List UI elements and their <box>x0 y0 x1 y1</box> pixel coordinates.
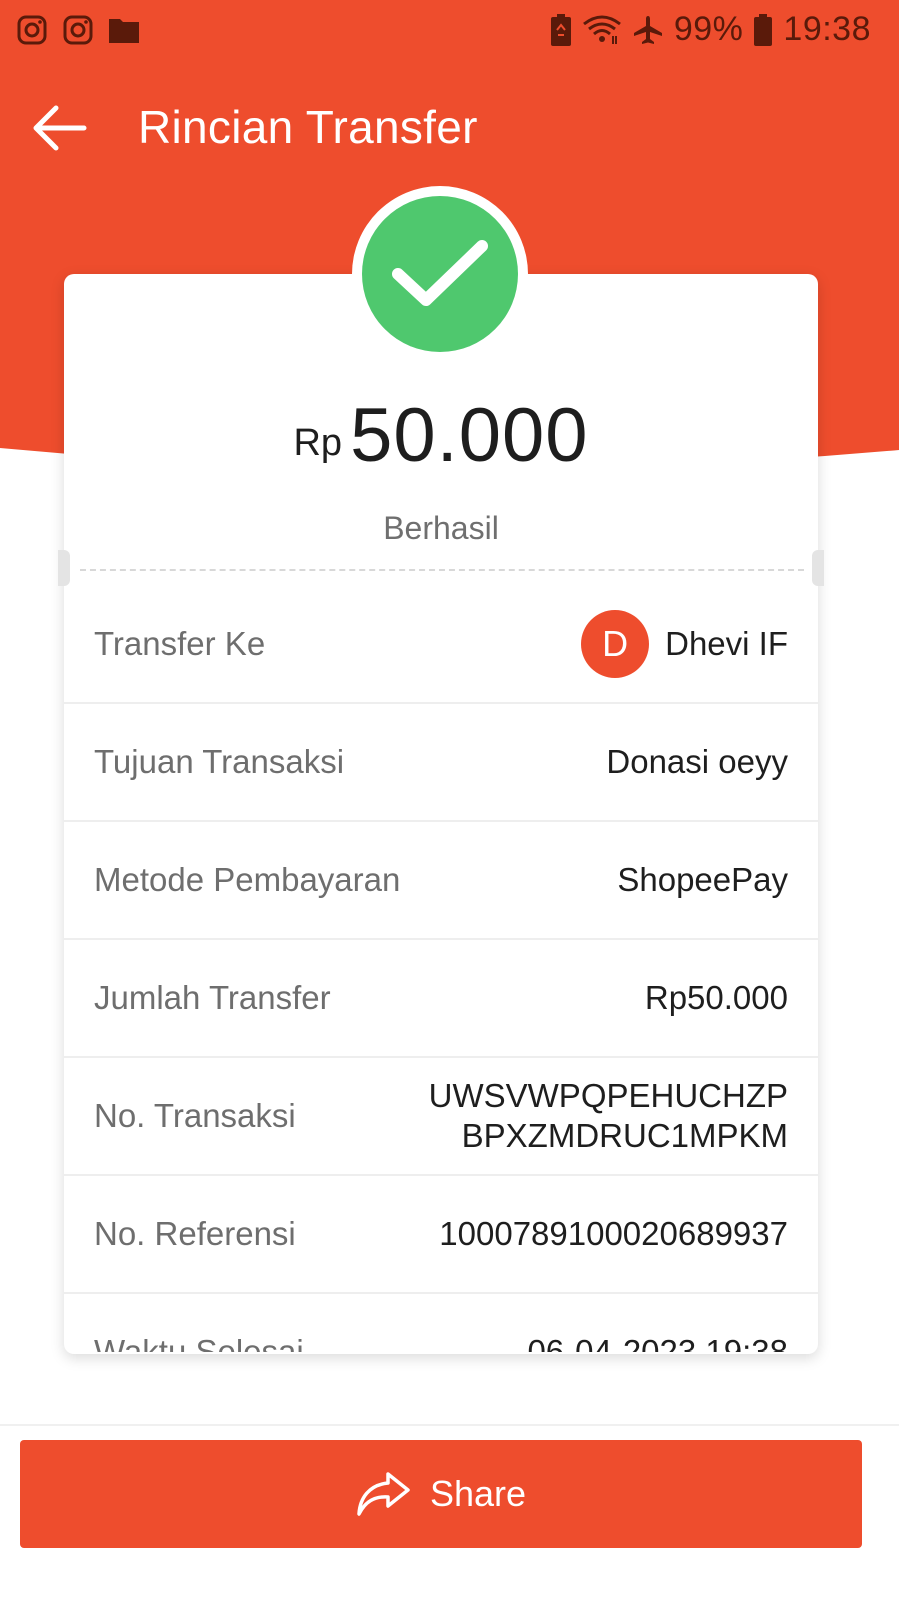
clock: 19:38 <box>783 10 871 48</box>
footer-divider <box>0 1424 899 1426</box>
share-label: Share <box>429 1473 527 1514</box>
detail-label: No. Referensi <box>94 1215 296 1252</box>
detail-row-purpose: Tujuan Transaksi Donasi oeyy <box>64 704 818 822</box>
transaction-number[interactable]: UWSVWPQPEHUCHZP BPXZMDRUC1MPKM <box>429 1076 788 1156</box>
transfer-status: Berhasil <box>383 510 499 546</box>
detail-row-amount: Jumlah Transfer Rp50.000 <box>64 940 818 1058</box>
avatar: D <box>581 610 650 678</box>
transfer-amount: Rp 50.000 <box>64 392 818 479</box>
success-badge <box>362 196 518 352</box>
card-notch-left <box>58 550 70 586</box>
back-button[interactable] <box>28 100 92 156</box>
detail-label: Jumlah Transfer <box>94 979 331 1016</box>
transaction-number-line-2: BPXZMDRUC1MPKM <box>461 1117 788 1154</box>
transaction-number-line-1: UWSVWPQPEHUCHZP <box>428 1077 788 1114</box>
battery-saver-icon <box>550 13 571 46</box>
detail-label: Tujuan Transaksi <box>94 743 345 780</box>
battery-percentage: 99% <box>673 10 744 48</box>
dashed-divider <box>80 569 804 571</box>
detail-row-completed-time: Waktu Selesai 06-04-2023 19:38 <box>64 1294 818 1352</box>
detail-label: Waktu Selesai <box>94 1333 304 1352</box>
status-bar: 99% 19:38 <box>0 0 899 62</box>
detail-row-transfer-to: Transfer Ke D Dhevi IF <box>64 586 818 704</box>
detail-value: 06-04-2023 19:38 <box>527 1333 788 1352</box>
wifi-icon <box>582 15 621 44</box>
instagram-icon <box>17 15 47 45</box>
amount-value: 50.000 <box>350 393 589 478</box>
recipient: D Dhevi IF <box>581 610 788 678</box>
folder-icon <box>109 19 139 43</box>
arrow-left-icon <box>33 105 87 151</box>
detail-label: Transfer Ke <box>94 625 266 662</box>
amount-currency: Rp <box>293 422 343 464</box>
share-button[interactable]: Share <box>20 1440 862 1548</box>
detail-value: Donasi oeyy <box>606 743 788 780</box>
page-title: Rincian Transfer <box>138 101 478 153</box>
detail-row-reference-no: No. Referensi 1000789100020689937 <box>64 1176 818 1294</box>
battery-icon <box>754 13 773 46</box>
recipient-name: Dhevi IF <box>665 625 788 662</box>
detail-label: No. Transaksi <box>94 1097 296 1134</box>
detail-value[interactable]: 1000789100020689937 <box>439 1215 788 1253</box>
card-notch-right <box>812 550 824 586</box>
detail-value: ShopeePay <box>617 861 788 898</box>
check-icon <box>392 240 488 306</box>
detail-row-transaction-no: No. Transaksi UWSVWPQPEHUCHZP BPXZMDRUC1… <box>64 1058 818 1176</box>
detail-label: Metode Pembayaran <box>94 861 401 898</box>
share-icon <box>357 1472 410 1516</box>
airplane-mode-icon <box>633 15 662 44</box>
detail-row-payment-method: Metode Pembayaran ShopeePay <box>64 822 818 940</box>
detail-value: Rp50.000 <box>644 979 788 1016</box>
transfer-detail-screen: 99% 19:38 Rincian Transfer Rp 50.000 Berh… <box>0 0 899 1599</box>
detail-list: Transfer Ke D Dhevi IF Tujuan Transaksi … <box>64 586 818 1352</box>
instagram-icon <box>63 15 93 45</box>
